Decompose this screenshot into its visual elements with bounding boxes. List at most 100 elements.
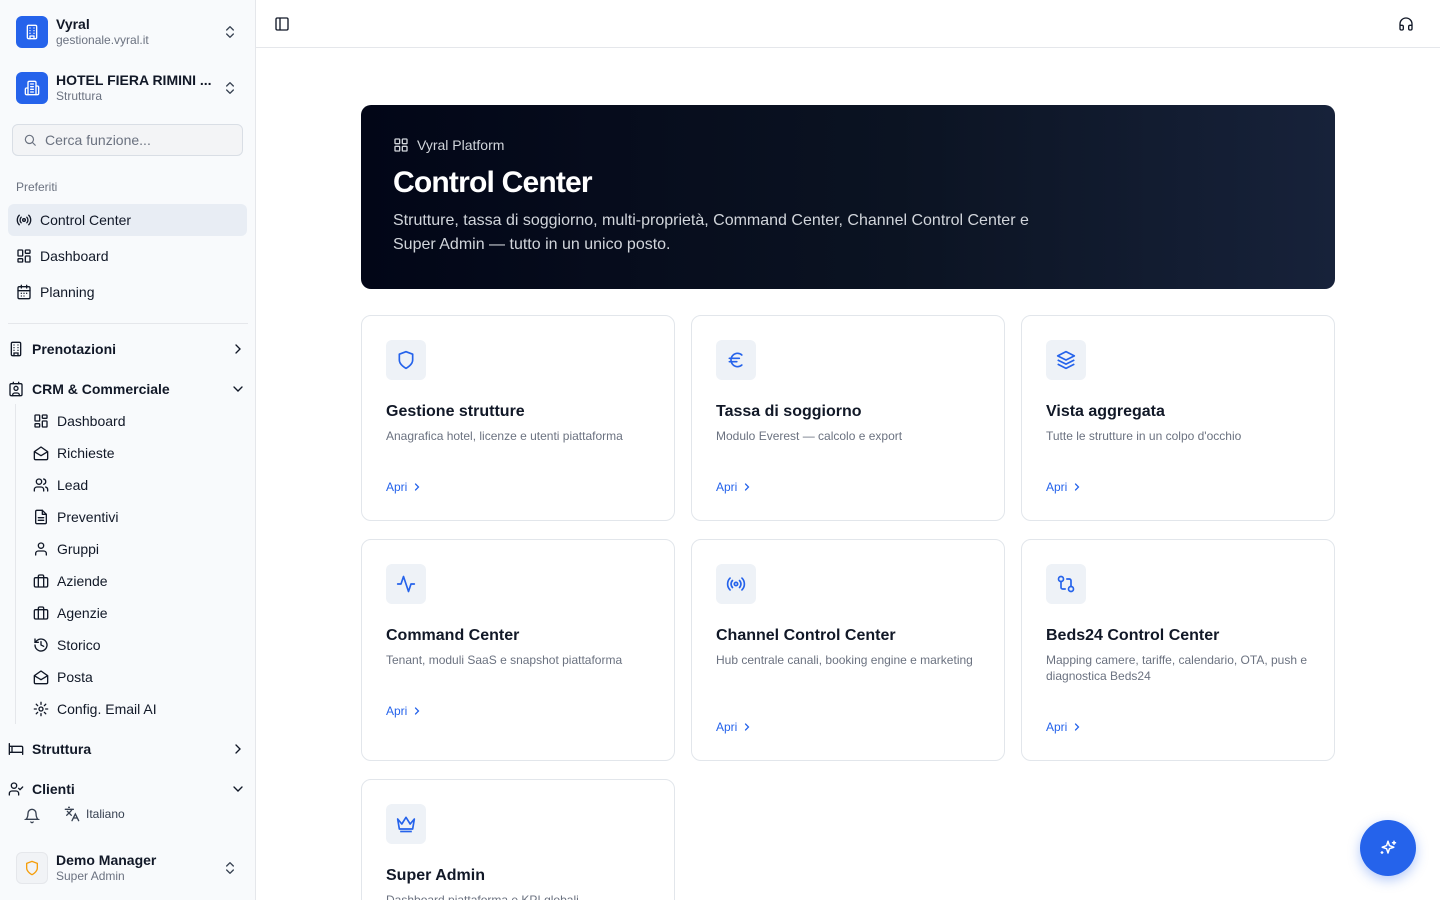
card-open-link[interactable]: Apri xyxy=(1046,720,1083,734)
card-description: Hub centrale canali, booking engine e ma… xyxy=(716,653,973,667)
language-label: Italiano xyxy=(86,807,125,821)
card-title: Vista aggregata xyxy=(1046,403,1165,420)
card-gestione-strutture[interactable]: Gestione strutture Anagrafica hotel, lic… xyxy=(361,315,675,521)
nav-group-crm[interactable]: CRM & Commerciale xyxy=(8,373,248,405)
search-input[interactable] xyxy=(45,132,225,148)
page-title: Control Center xyxy=(393,166,593,199)
card-beds24-control-center[interactable]: Beds24 Control Center Mapping camere, ta… xyxy=(1021,539,1335,761)
activity-icon xyxy=(386,564,426,604)
nav-group-struttura[interactable]: Struttura xyxy=(8,733,248,765)
support-button[interactable] xyxy=(1398,16,1414,32)
nav-group-prenotazioni[interactable]: Prenotazioni xyxy=(8,333,248,365)
crm-item-label: Lead xyxy=(57,477,89,493)
favorite-item-dashboard[interactable]: Dashboard xyxy=(8,240,247,272)
hotel-icon xyxy=(16,72,48,104)
hero-eyebrow: Vyral Platform xyxy=(393,137,1303,153)
briefcase-icon xyxy=(33,606,49,620)
card-super-admin[interactable]: Super Admin Dashboard piattaforma e KPI … xyxy=(361,779,675,900)
card-open-link[interactable]: Apri xyxy=(386,480,423,494)
card-description: Anagrafica hotel, licenze e utenti piatt… xyxy=(386,429,623,443)
panel-left-icon xyxy=(275,17,289,31)
broadcast-icon xyxy=(16,214,32,226)
mail-open-icon xyxy=(33,446,49,461)
crm-item-richieste[interactable]: Richieste xyxy=(25,439,247,467)
card-title: Command Center xyxy=(386,627,520,644)
card-title: Channel Control Center xyxy=(716,627,896,644)
org-domain: gestionale.vyral.it xyxy=(56,33,149,47)
nav-group-label: Struttura xyxy=(32,741,92,757)
bed-icon xyxy=(8,743,24,755)
card-open-link[interactable]: Apri xyxy=(1046,480,1083,494)
file-icon xyxy=(35,509,47,525)
card-open-link[interactable]: Apri xyxy=(386,704,423,718)
chevron-right-icon xyxy=(415,707,420,715)
chevrons-up-down-icon xyxy=(226,82,234,94)
avatar xyxy=(16,852,48,884)
ai-assistant-button[interactable] xyxy=(1360,820,1416,876)
crm-item-gruppi[interactable]: Gruppi xyxy=(25,535,247,563)
property-switcher[interactable]: HOTEL FIERA RIMINI ... Struttura xyxy=(16,68,248,108)
broadcast-icon xyxy=(716,564,756,604)
top-bar xyxy=(256,0,1440,48)
user-menu[interactable]: Demo Manager Super Admin xyxy=(16,850,248,886)
crm-item-posta[interactable]: Posta xyxy=(25,663,247,691)
building-icon xyxy=(10,341,22,357)
grid-icon xyxy=(17,249,31,263)
sidebar: Vyral gestionale.vyral.it HOTEL FIERA RI… xyxy=(0,0,256,900)
user-role: Super Admin xyxy=(56,869,125,883)
favorite-item-planning[interactable]: Planning xyxy=(8,276,247,308)
hero-description: Strutture, tassa di soggiorno, multi-pro… xyxy=(393,212,1029,253)
crm-item-dashboard[interactable]: Dashboard xyxy=(25,407,247,435)
shield-icon xyxy=(386,340,426,380)
crm-item-preventivi[interactable]: Preventivi xyxy=(25,503,247,531)
org-switcher[interactable]: Vyral gestionale.vyral.it xyxy=(16,12,248,52)
nav-group-label: Clienti xyxy=(32,781,75,797)
chevrons-up-down-icon xyxy=(226,26,234,38)
crm-item-label: Richieste xyxy=(57,445,115,461)
hero-banner: Vyral Platform Control Center Strutture,… xyxy=(361,105,1335,289)
sidebar-toggle-button[interactable] xyxy=(274,16,290,32)
bell-icon xyxy=(24,808,40,824)
chevron-right-icon xyxy=(745,723,750,731)
crm-item-agenzie[interactable]: Agenzie xyxy=(25,599,247,627)
crm-item-label: Aziende xyxy=(57,573,108,589)
card-title: Tassa di soggiorno xyxy=(716,403,862,420)
card-description: Tenant, moduli SaaS e snapshot piattafor… xyxy=(386,653,623,667)
card-vista-aggregata[interactable]: Vista aggregata Tutte le strutture in un… xyxy=(1021,315,1335,521)
headphones-icon xyxy=(1399,17,1413,31)
search-box xyxy=(12,124,243,156)
card-description: Mapping camere, tariffe, calendario, OTA… xyxy=(1046,653,1308,683)
card-channel-control-center[interactable]: Channel Control Center Hub centrale cana… xyxy=(691,539,1005,761)
nav-group-label: Prenotazioni xyxy=(32,341,117,357)
layers-icon xyxy=(1046,340,1086,380)
crm-item-label: Posta xyxy=(57,669,93,685)
chevron-right-icon xyxy=(745,483,750,491)
chevron-right-icon xyxy=(235,344,241,354)
card-open-link[interactable]: Apri xyxy=(716,480,753,494)
mail-open-icon xyxy=(33,670,49,685)
grid-icon xyxy=(34,414,48,428)
favorite-item-control-center[interactable]: Control Center xyxy=(8,204,247,236)
favorite-item-label: Control Center xyxy=(40,212,132,228)
notifications-button[interactable] xyxy=(24,808,40,824)
crm-item-storico[interactable]: Storico xyxy=(25,631,247,659)
property-name: HOTEL FIERA RIMINI ... xyxy=(56,72,212,88)
hero-eyebrow-label: Vyral Platform xyxy=(417,137,505,153)
nav-group-label: CRM & Commerciale xyxy=(32,381,170,397)
calendar-icon xyxy=(17,284,31,300)
crm-item-config-email-ai[interactable]: Config. Email AI xyxy=(25,695,247,723)
grid-icon xyxy=(394,138,408,152)
sidebar-footer: Italiano Demo Manager Super Admin xyxy=(0,798,255,900)
card-tassa-di-soggiorno[interactable]: Tassa di soggiorno Modulo Everest — calc… xyxy=(691,315,1005,521)
language-selector[interactable]: Italiano xyxy=(64,806,125,822)
favorites-label: Preferiti xyxy=(16,180,58,194)
card-command-center[interactable]: Command Center Tenant, moduli SaaS e sna… xyxy=(361,539,675,761)
sidebar-divider xyxy=(8,323,248,324)
crm-item-aziende[interactable]: Aziende xyxy=(25,567,247,595)
card-link-label: Apri xyxy=(1046,480,1068,494)
card-link-label: Apri xyxy=(716,480,738,494)
card-link-label: Apri xyxy=(716,720,738,734)
card-open-link[interactable]: Apri xyxy=(716,720,753,734)
property-type: Struttura xyxy=(56,89,103,103)
crm-item-lead[interactable]: Lead xyxy=(25,471,247,499)
